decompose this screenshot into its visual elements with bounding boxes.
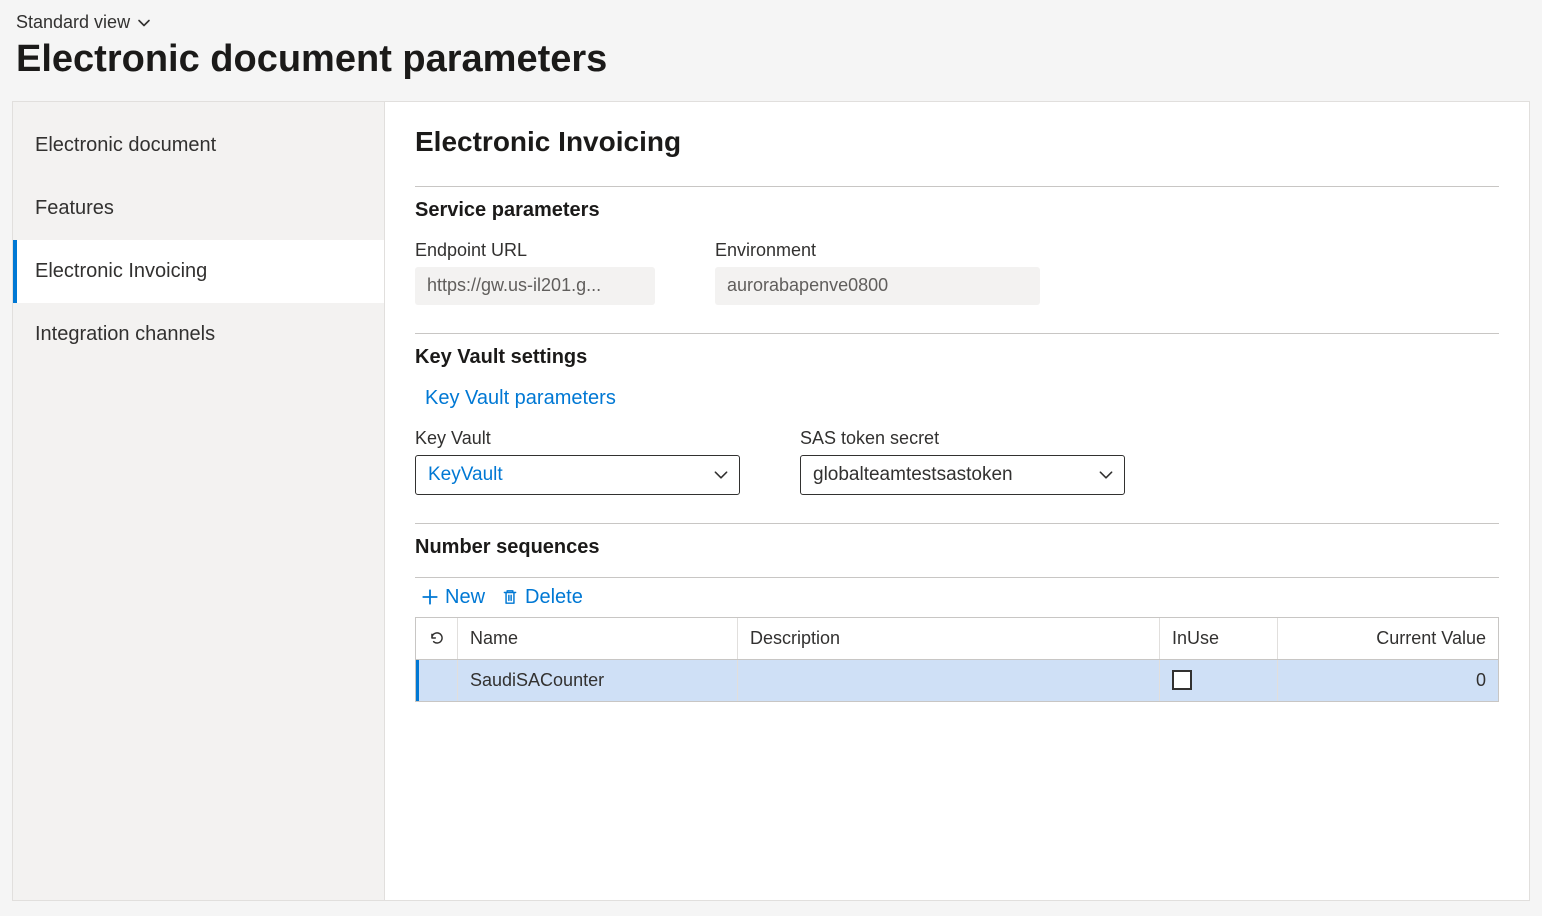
sidebar-item-features[interactable]: Features	[13, 177, 384, 240]
sidebar: Electronic document Features Electronic …	[13, 102, 385, 900]
inuse-column-header[interactable]: InUse	[1160, 618, 1278, 659]
sidebar-item-label: Features	[35, 197, 114, 219]
table-row[interactable]: SaudiSACounter 0	[416, 660, 1498, 701]
sidebar-item-label: Electronic document	[35, 134, 216, 156]
inuse-cell[interactable]	[1160, 660, 1278, 701]
sas-token-value: globalteamtestsastoken	[800, 455, 1125, 495]
number-sequences-grid: Name Description InUse Current Value Sau…	[415, 617, 1499, 702]
trash-icon	[501, 588, 519, 606]
name-column-header[interactable]: Name	[458, 618, 738, 659]
chevron-down-icon	[136, 15, 152, 31]
content-title: Electronic Invoicing	[415, 126, 1499, 158]
plus-icon	[421, 588, 439, 606]
sidebar-item-electronic-invoicing[interactable]: Electronic Invoicing	[13, 240, 384, 303]
sidebar-item-electronic-document[interactable]: Electronic document	[13, 114, 384, 177]
row-selector-cell[interactable]	[419, 660, 458, 701]
sidebar-item-label: Electronic Invoicing	[35, 260, 207, 282]
endpoint-url-label: Endpoint URL	[415, 240, 655, 261]
content-panel: Electronic Invoicing Service parameters …	[385, 102, 1529, 900]
sas-token-label: SAS token secret	[800, 428, 1125, 449]
key-vault-value: KeyVault	[415, 455, 740, 495]
delete-button[interactable]: Delete	[501, 586, 583, 609]
current-value-column-header[interactable]: Current Value	[1278, 618, 1498, 659]
name-cell[interactable]: SaudiSACounter	[458, 660, 738, 701]
section-service-parameters: Service parameters Endpoint URL https://…	[415, 186, 1499, 333]
section-key-vault: Key Vault settings Key Vault parameters …	[415, 333, 1499, 523]
sidebar-item-integration-channels[interactable]: Integration channels	[13, 303, 384, 366]
new-label: New	[445, 586, 485, 609]
key-vault-label: Key Vault	[415, 428, 740, 449]
section-title: Key Vault settings	[415, 346, 1499, 369]
environment-label: Environment	[715, 240, 1040, 261]
checkbox-icon[interactable]	[1172, 670, 1192, 690]
page-title: Electronic document parameters	[16, 37, 1526, 83]
refresh-column-header[interactable]	[416, 618, 458, 659]
sidebar-item-label: Integration channels	[35, 323, 215, 345]
grid-toolbar: New Delete	[415, 577, 1499, 617]
refresh-icon	[428, 629, 446, 647]
section-title: Number sequences	[415, 536, 1499, 559]
delete-label: Delete	[525, 586, 583, 609]
section-number-sequences: Number sequences New Delete	[415, 523, 1499, 702]
grid-header: Name Description InUse Current Value	[416, 618, 1498, 660]
key-vault-dropdown[interactable]: KeyVault	[415, 455, 740, 495]
current-value-cell[interactable]: 0	[1278, 660, 1498, 701]
section-title: Service parameters	[415, 199, 1499, 222]
sas-token-dropdown[interactable]: globalteamtestsastoken	[800, 455, 1125, 495]
description-cell[interactable]	[738, 660, 1160, 701]
view-label: Standard view	[16, 12, 130, 33]
view-selector[interactable]: Standard view	[16, 12, 152, 33]
endpoint-url-value: https://gw.us-il201.g...	[415, 267, 655, 305]
description-column-header[interactable]: Description	[738, 618, 1160, 659]
environment-value: aurorabapenve0800	[715, 267, 1040, 305]
new-button[interactable]: New	[421, 586, 485, 609]
key-vault-parameters-link[interactable]: Key Vault parameters	[415, 387, 616, 410]
